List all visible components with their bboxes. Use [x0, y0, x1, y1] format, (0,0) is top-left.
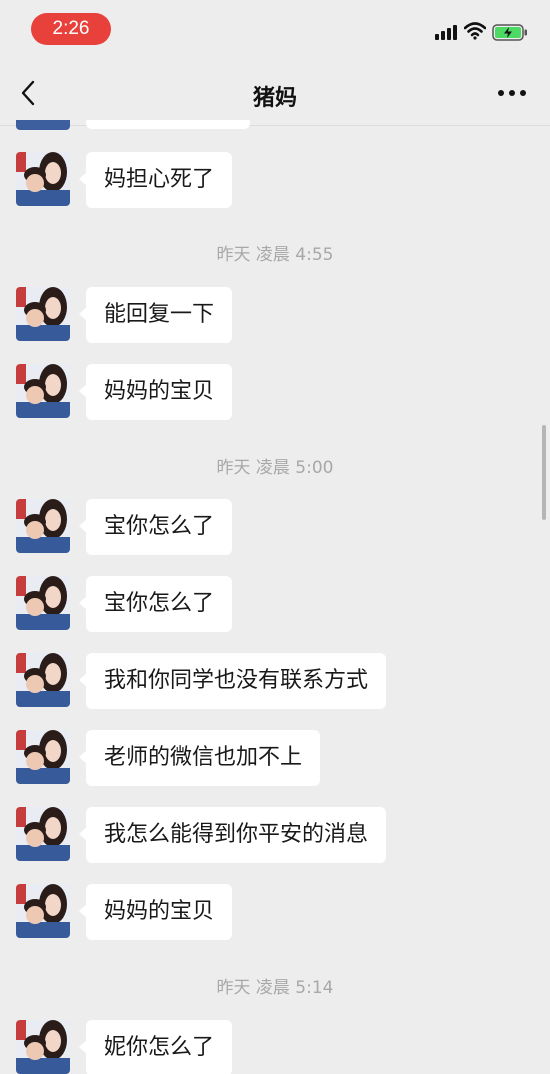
- cellular-signal-icon: [435, 24, 459, 40]
- message-bubble[interactable]: 老师的微信也加不上: [78, 730, 321, 786]
- avatar[interactable]: [16, 152, 70, 206]
- message-bubble[interactable]: 我怎么能得到你平安的消息: [78, 807, 387, 863]
- avatar[interactable]: [16, 884, 70, 938]
- message-bubble[interactable]: [86, 120, 250, 129]
- message-bubble[interactable]: 妮你怎么了: [78, 1020, 233, 1074]
- message-bubble[interactable]: 能回复一下: [78, 287, 233, 343]
- avatar[interactable]: [16, 1020, 70, 1074]
- message-bubble[interactable]: 我和你同学也没有联系方式: [78, 653, 387, 709]
- wifi-icon: [464, 22, 486, 40]
- status-bar: 2:26: [0, 0, 550, 60]
- avatar[interactable]: [16, 287, 70, 341]
- message-bubble[interactable]: 宝你怎么了: [78, 576, 233, 632]
- ellipsis-icon[interactable]: [498, 90, 528, 98]
- timestamp-separator: 昨天 凌晨 5:14: [216, 978, 334, 998]
- message-bubble[interactable]: 妈担心死了: [78, 152, 233, 208]
- scrollbar[interactable]: [542, 425, 546, 520]
- avatar[interactable]: [16, 120, 70, 130]
- avatar[interactable]: [16, 364, 70, 418]
- status-time: 2:26: [31, 13, 111, 45]
- avatar[interactable]: [16, 807, 70, 861]
- message-bubble[interactable]: 妈妈的宝贝: [78, 884, 233, 940]
- avatar[interactable]: [16, 730, 70, 784]
- avatar[interactable]: [16, 653, 70, 707]
- battery-charging-icon: [492, 24, 527, 41]
- avatar[interactable]: [16, 576, 70, 630]
- avatar[interactable]: [16, 499, 70, 553]
- message-bubble[interactable]: 妈妈的宝贝: [78, 364, 233, 420]
- message-bubble[interactable]: 宝你怎么了: [78, 499, 233, 555]
- timestamp-separator: 昨天 凌晨 4:55: [216, 245, 334, 265]
- chat-header: 猪妈: [0, 60, 550, 126]
- chat-title: 猪妈: [252, 86, 297, 111]
- timestamp-separator: 昨天 凌晨 5:00: [216, 458, 334, 478]
